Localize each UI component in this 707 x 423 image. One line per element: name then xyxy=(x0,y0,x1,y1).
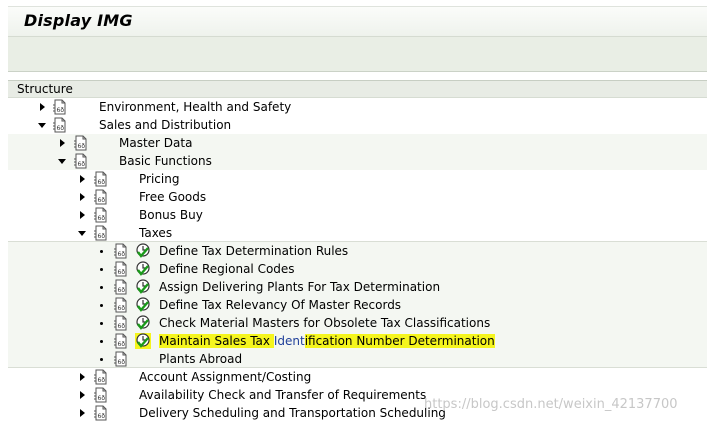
tree-node-label[interactable]: Sales and Distribution xyxy=(99,118,231,132)
application-toolbar xyxy=(8,36,707,72)
documentation-icon[interactable] xyxy=(114,297,128,313)
tree-node-label[interactable]: Free Goods xyxy=(139,190,206,204)
tree-node-label[interactable]: Plants Abroad xyxy=(159,352,242,366)
execute-activity-icon[interactable] xyxy=(135,261,151,277)
page-title: Display IMG xyxy=(24,11,133,30)
tree-node-label[interactable]: Master Data xyxy=(119,136,192,150)
bullet-icon xyxy=(100,250,103,253)
tree-node-label[interactable]: Taxes xyxy=(139,226,172,240)
tree-activity-define-regional-codes[interactable]: Define Regional Codes xyxy=(8,260,707,278)
highlighted-text: ification Number Determination xyxy=(304,334,495,348)
tree-node-free-goods[interactable]: Free Goods xyxy=(8,188,707,206)
bullet-icon xyxy=(100,304,103,307)
expand-arrow-icon[interactable] xyxy=(80,391,85,399)
tree-node-label[interactable]: Pricing xyxy=(139,172,179,186)
expand-arrow-icon[interactable] xyxy=(40,103,45,111)
highlighted-text: Maintain Sales Tax xyxy=(159,334,274,348)
execute-activity-icon[interactable] xyxy=(135,297,151,313)
execute-activity-icon[interactable] xyxy=(135,279,151,295)
documentation-icon[interactable] xyxy=(114,243,128,259)
tree-activity-maintain-sales-tax-id[interactable]: Maintain Sales Tax Identification Number… xyxy=(8,332,707,350)
tree-node-label[interactable]: Define Tax Determination Rules xyxy=(159,244,348,258)
tree-node-label[interactable]: Maintain Sales Tax Identification Number… xyxy=(159,334,495,348)
collapse-arrow-icon[interactable] xyxy=(58,159,66,164)
tree-activity-check-materials[interactable]: Check Material Masters for Obsolete Tax … xyxy=(8,314,707,332)
documentation-icon[interactable] xyxy=(94,405,108,421)
structure-header: Structure xyxy=(8,80,707,98)
tree-node-label[interactable]: Bonus Buy xyxy=(139,208,203,222)
tree-node-label[interactable]: Availability Check and Transfer of Requi… xyxy=(139,388,426,402)
bullet-icon xyxy=(100,286,103,289)
tree-activity-tax-relevancy[interactable]: Define Tax Relevancy Of Master Records xyxy=(8,296,707,314)
execute-activity-icon[interactable] xyxy=(135,243,151,259)
expand-arrow-icon[interactable] xyxy=(80,175,85,183)
documentation-icon[interactable] xyxy=(74,135,88,151)
tree-node-master-data[interactable]: Master Data xyxy=(8,134,707,152)
tree-node-label[interactable]: Define Regional Codes xyxy=(159,262,295,276)
documentation-icon[interactable] xyxy=(114,261,128,277)
expand-arrow-icon[interactable] xyxy=(80,373,85,381)
tree-node-bonus-buy[interactable]: Bonus Buy xyxy=(8,206,707,224)
tree-node-label[interactable]: Environment, Health and Safety xyxy=(99,100,291,114)
documentation-icon[interactable] xyxy=(74,153,88,169)
tree-node-environment[interactable]: Environment, Health and Safety xyxy=(8,98,707,116)
tree-activity-assign-plants[interactable]: Assign Delivering Plants For Tax Determi… xyxy=(8,278,707,296)
tree-node-label[interactable]: Basic Functions xyxy=(119,154,212,168)
bullet-icon xyxy=(100,268,103,271)
documentation-icon[interactable] xyxy=(114,315,128,331)
expand-arrow-icon[interactable] xyxy=(80,211,85,219)
link-text: Ident xyxy=(273,334,305,348)
tree-node-label[interactable]: Check Material Masters for Obsolete Tax … xyxy=(159,316,490,330)
expand-arrow-icon[interactable] xyxy=(80,409,85,417)
tree-node-label[interactable]: Assign Delivering Plants For Tax Determi… xyxy=(159,280,440,294)
collapse-arrow-icon[interactable] xyxy=(38,123,46,128)
tree-node-label[interactable]: Define Tax Relevancy Of Master Records xyxy=(159,298,401,312)
tree-node-pricing[interactable]: Pricing xyxy=(8,170,707,188)
title-bar: Display IMG xyxy=(8,6,707,37)
documentation-icon[interactable] xyxy=(114,333,128,349)
expand-arrow-icon[interactable] xyxy=(60,139,65,147)
structure-header-label: Structure xyxy=(17,82,73,96)
documentation-icon[interactable] xyxy=(94,225,108,241)
documentation-icon[interactable] xyxy=(53,117,67,133)
execute-activity-icon[interactable] xyxy=(135,315,151,331)
watermark-text: https://blog.csdn.net/weixin_42137700 xyxy=(424,397,678,412)
documentation-icon[interactable] xyxy=(94,207,108,223)
bullet-icon xyxy=(100,322,103,325)
documentation-icon[interactable] xyxy=(114,279,128,295)
execute-activity-icon[interactable] xyxy=(135,333,151,349)
expand-arrow-icon[interactable] xyxy=(80,193,85,201)
tree-node-sales-distribution[interactable]: Sales and Distribution xyxy=(8,116,707,134)
documentation-icon[interactable] xyxy=(94,387,108,403)
documentation-icon[interactable] xyxy=(94,171,108,187)
documentation-icon[interactable] xyxy=(94,369,108,385)
tree-activity-define-tax-rules[interactable]: Define Tax Determination Rules xyxy=(8,241,707,260)
tree-node-label[interactable]: Delivery Scheduling and Transportation S… xyxy=(139,406,446,420)
documentation-icon[interactable] xyxy=(53,99,67,115)
collapse-arrow-icon[interactable] xyxy=(78,231,86,236)
documentation-icon[interactable] xyxy=(94,189,108,205)
tree-node-taxes[interactable]: Taxes xyxy=(8,224,707,242)
tree-node-plants-abroad[interactable]: Plants Abroad xyxy=(8,350,707,368)
bullet-icon xyxy=(100,340,103,343)
tree-node-basic-functions[interactable]: Basic Functions xyxy=(8,152,707,170)
documentation-icon[interactable] xyxy=(114,351,128,367)
bullet-icon xyxy=(100,358,103,361)
tree-node-account-assignment[interactable]: Account Assignment/Costing xyxy=(8,367,707,386)
tree-node-label[interactable]: Account Assignment/Costing xyxy=(139,370,311,384)
img-tree: Environment, Health and Safety Sales and… xyxy=(8,98,707,423)
